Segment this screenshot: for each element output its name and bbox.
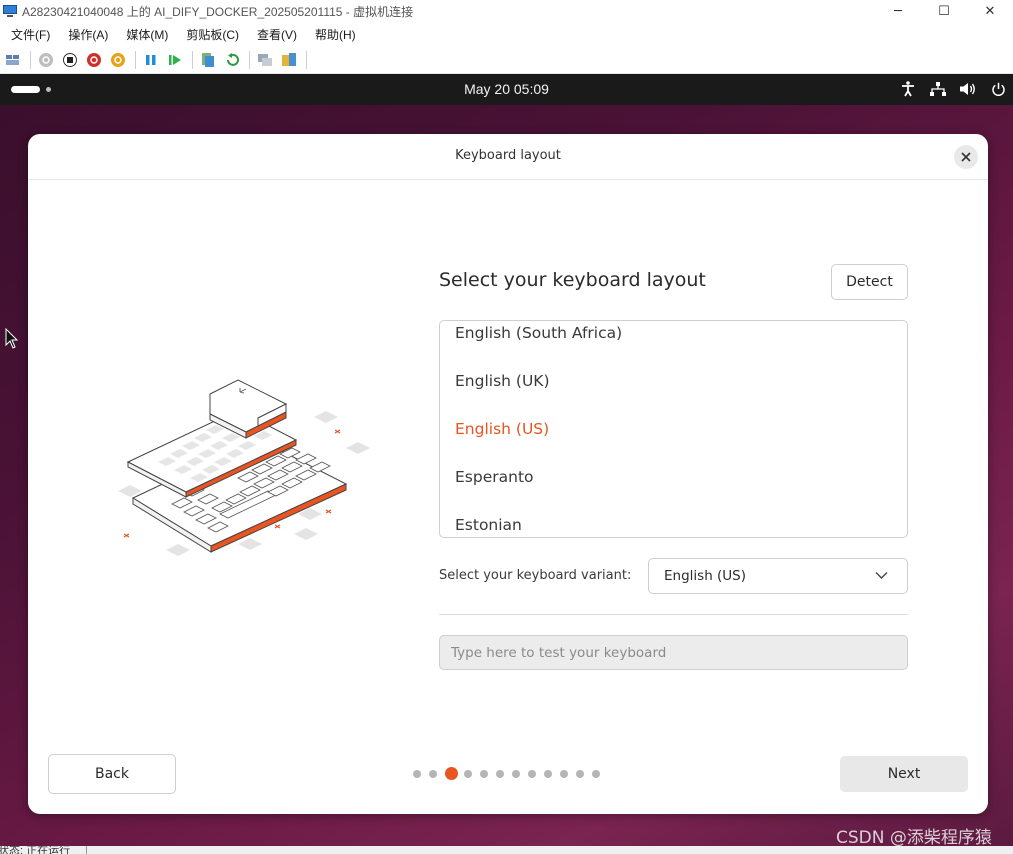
start-icon[interactable] [35, 49, 57, 71]
menu-help[interactable]: 帮助(H) [306, 26, 365, 43]
share-icon[interactable] [278, 49, 300, 71]
progress-dot [512, 770, 520, 778]
shutdown-icon[interactable] [83, 49, 105, 71]
dialog-header: Keyboard layout [28, 134, 988, 180]
menu-view[interactable]: 查看(V) [248, 26, 306, 43]
pause-icon[interactable] [140, 49, 162, 71]
stop-icon[interactable] [59, 49, 81, 71]
maximize-button[interactable]: ☐ [921, 0, 967, 22]
progress-dot [592, 770, 600, 778]
close-dialog-button[interactable] [954, 145, 978, 169]
close-icon [961, 152, 971, 162]
progress-dot-active [445, 767, 458, 780]
close-window-button[interactable]: ✕ [967, 0, 1013, 22]
power-icon[interactable] [989, 80, 1007, 98]
page-heading: Select your keyboard layout [439, 269, 706, 291]
back-button[interactable]: Back [48, 754, 176, 794]
step-progress-indicator [413, 767, 603, 781]
keyboard-illustration-icon [118, 379, 370, 556]
minimize-button[interactable]: ─ [875, 0, 921, 22]
resume-icon[interactable] [164, 49, 186, 71]
keyboard-variant-select[interactable]: English (US) [648, 558, 908, 594]
host-menubar: 文件(F) 操作(A) 媒体(M) 剪贴板(C) 查看(V) 帮助(H) [0, 22, 1013, 46]
layout-item-english-uk[interactable]: English (UK) [455, 372, 550, 390]
progress-dot [496, 770, 504, 778]
keyboard-test-input[interactable] [439, 635, 908, 670]
progress-dot [560, 770, 568, 778]
layout-item-english-us-selected[interactable]: English (US) [455, 420, 549, 438]
next-button[interactable]: Next [840, 756, 968, 792]
checkpoint-icon[interactable] [197, 49, 219, 71]
progress-dot [576, 770, 584, 778]
chevron-down-icon [875, 572, 888, 579]
accessibility-icon[interactable] [899, 80, 917, 98]
network-icon[interactable] [929, 80, 947, 98]
vm-connect-icon [2, 4, 18, 18]
save-state-icon[interactable] [107, 49, 129, 71]
layout-item-english-south-africa[interactable]: English (South Africa) [455, 324, 622, 342]
system-tray[interactable] [899, 80, 1007, 98]
revert-icon[interactable] [221, 49, 243, 71]
progress-dot [429, 770, 437, 778]
detect-button[interactable]: Detect [831, 264, 908, 300]
mouse-cursor-icon [5, 328, 19, 349]
panel-clock[interactable]: May 20 05:09 [0, 81, 1013, 97]
menu-clipboard[interactable]: 剪贴板(C) [177, 26, 248, 43]
progress-dot [528, 770, 536, 778]
csdn-watermark: CSDN @添柴程序猿 [836, 828, 992, 848]
variant-select-value: English (US) [664, 568, 747, 584]
enhanced-session-icon[interactable] [254, 49, 276, 71]
gnome-top-panel: May 20 05:09 [0, 74, 1013, 105]
progress-dot [413, 770, 421, 778]
volume-icon[interactable] [959, 80, 977, 98]
host-window-title: A28230421040048 上的 AI_DIFY_DOCKER_202505… [22, 4, 414, 19]
menu-media[interactable]: 媒体(M) [117, 26, 177, 43]
section-divider [439, 614, 908, 615]
ctrl-alt-del-icon[interactable] [2, 49, 24, 71]
menu-file[interactable]: 文件(F) [2, 26, 59, 43]
host-toolbar [0, 46, 1013, 74]
vm-status-text: 状态: 正在运行 [0, 846, 71, 854]
layout-item-esperanto[interactable]: Esperanto [455, 468, 534, 486]
progress-dot [544, 770, 552, 778]
layout-item-estonian[interactable]: Estonian [455, 516, 522, 534]
menu-action[interactable]: 操作(A) [59, 26, 117, 43]
variant-label: Select your keyboard variant: [439, 568, 632, 583]
progress-dot [464, 770, 472, 778]
installer-dialog: Keyboard layout Select your keyboard lay… [28, 134, 988, 814]
progress-dot [480, 770, 488, 778]
keyboard-layout-list[interactable]: English (South Africa) English (UK) Engl… [439, 320, 908, 538]
host-titlebar: A28230421040048 上的 AI_DIFY_DOCKER_202505… [0, 0, 1013, 22]
dialog-title: Keyboard layout [455, 148, 561, 163]
